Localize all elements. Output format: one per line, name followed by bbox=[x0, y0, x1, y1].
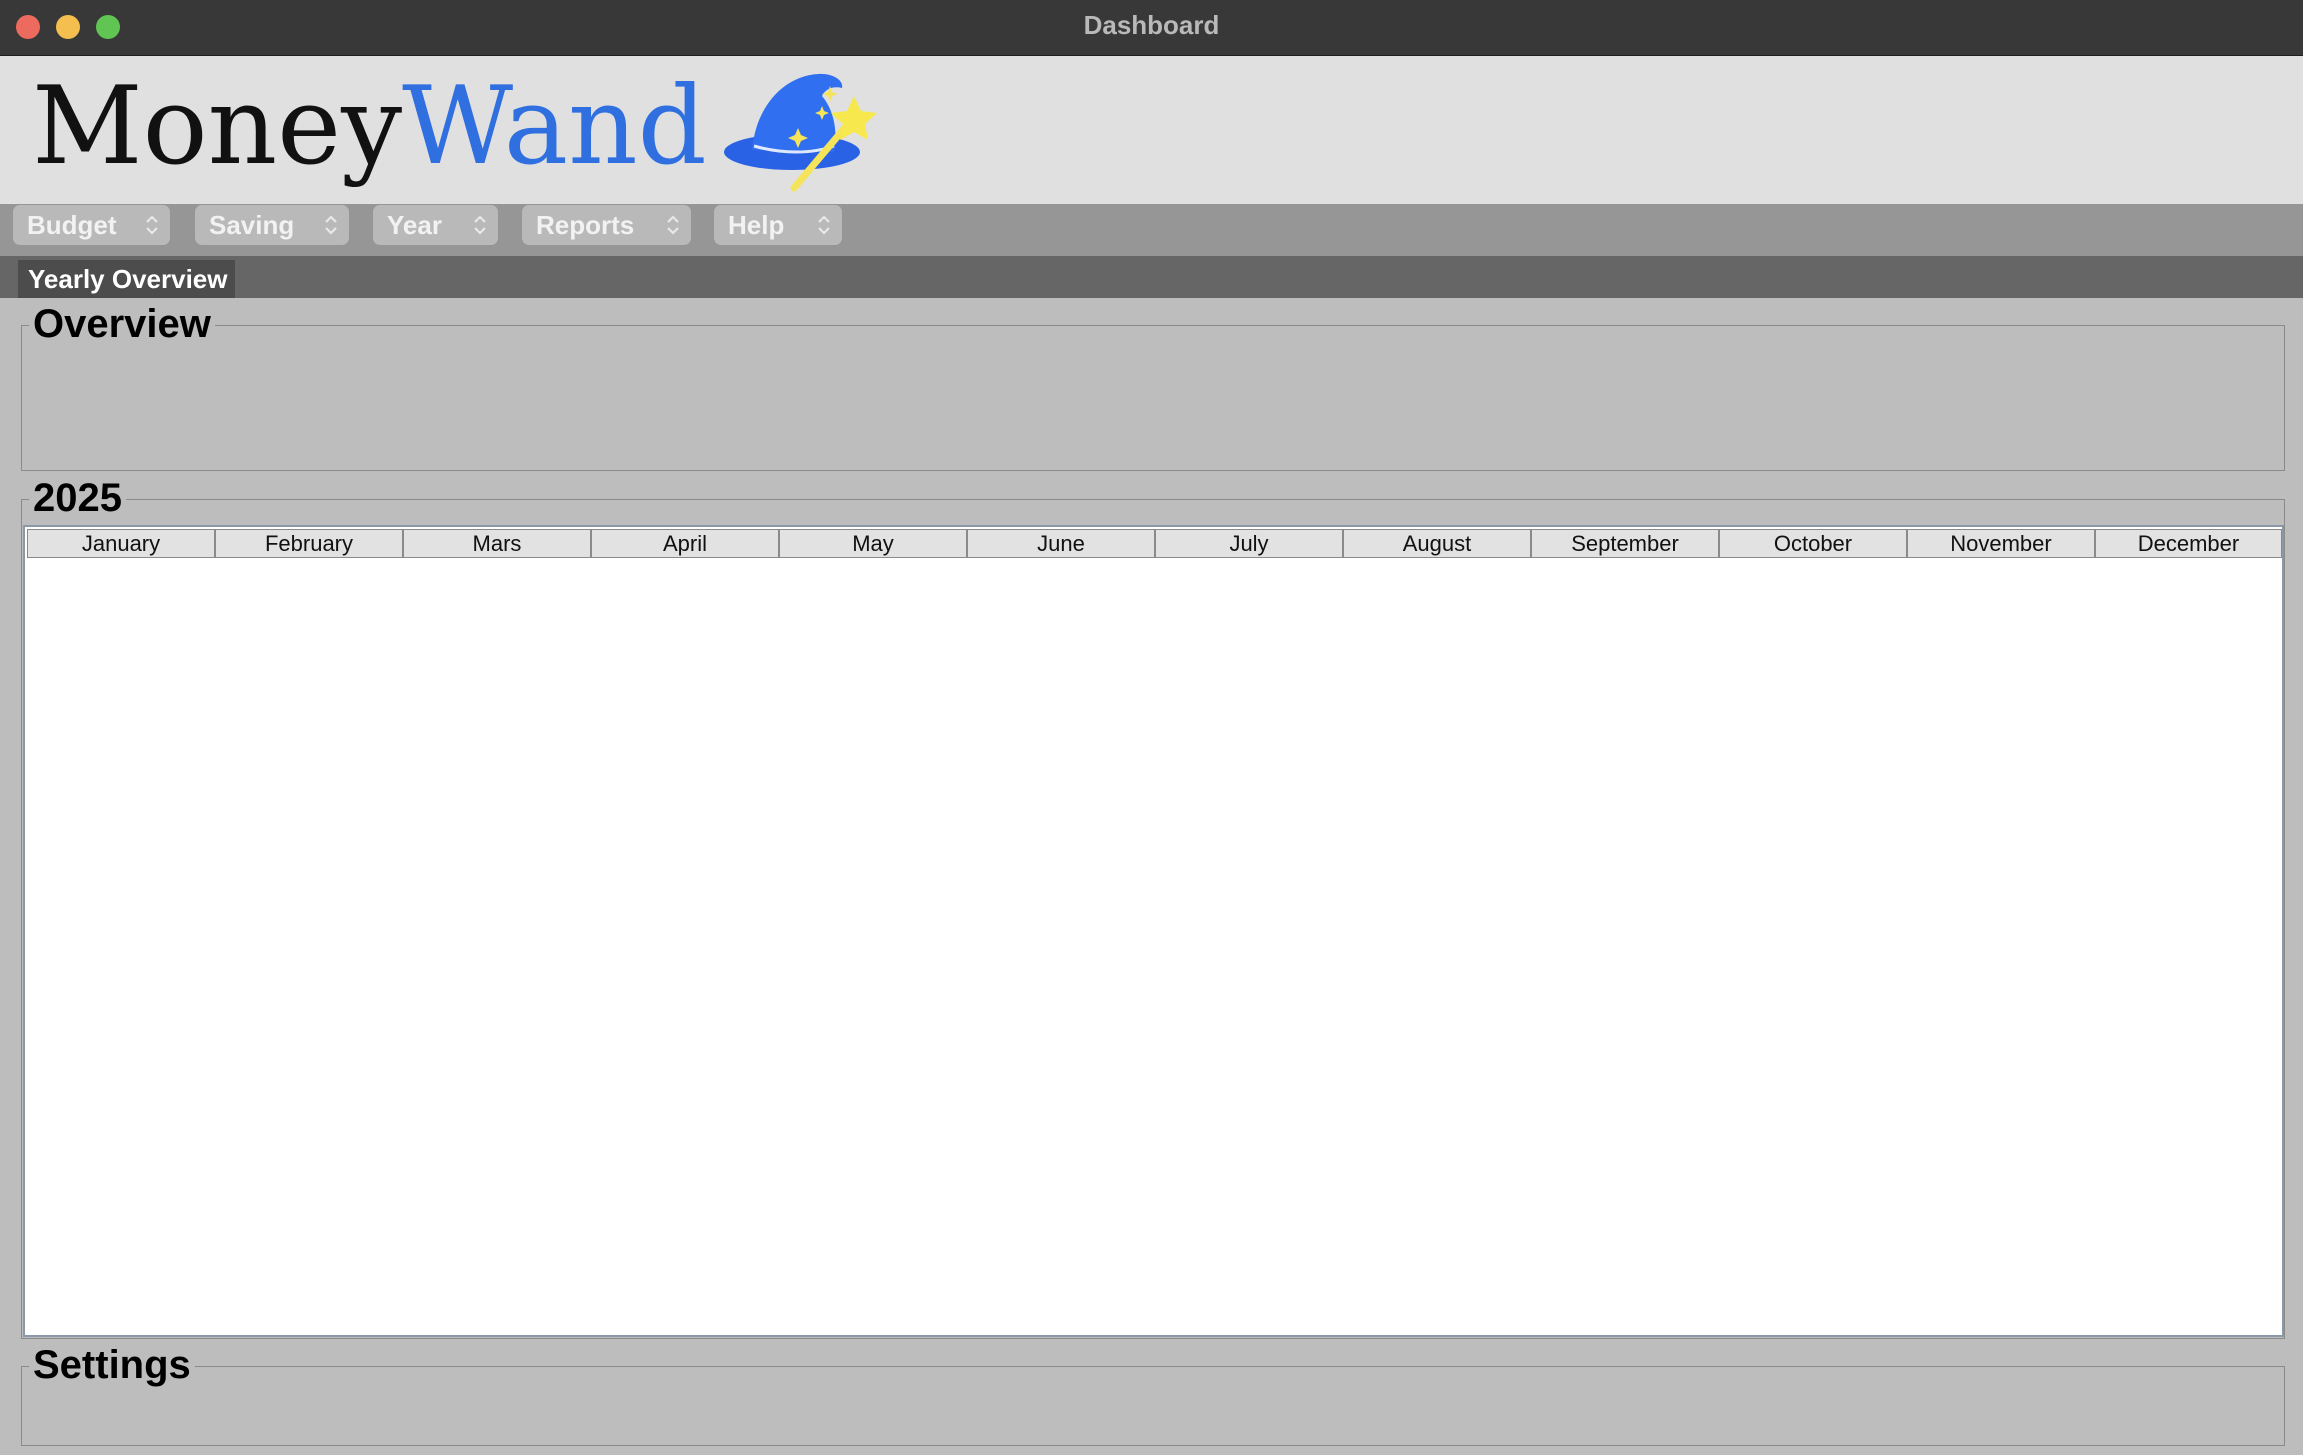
column-header-november[interactable]: November bbox=[1907, 529, 2095, 558]
wizard-hat-icon bbox=[724, 73, 877, 192]
window-title: Dashboard bbox=[1083, 10, 1220, 40]
app-window: Dashboard MoneyWand Budget Saving Year R… bbox=[0, 0, 2303, 1455]
updown-chevron-icon bbox=[818, 215, 830, 235]
reports-menu[interactable]: Reports bbox=[522, 205, 691, 245]
help-menu-label: Help bbox=[728, 210, 785, 240]
column-header-august[interactable]: August bbox=[1343, 529, 1531, 558]
reports-menu-label: Reports bbox=[536, 210, 635, 240]
budget-menu[interactable]: Budget bbox=[13, 205, 170, 245]
column-header-january[interactable]: January bbox=[27, 529, 215, 558]
tab-bar bbox=[0, 256, 2303, 298]
settings-group-title: Settings bbox=[29, 1343, 195, 1387]
updown-chevron-icon bbox=[325, 215, 337, 235]
column-header-may[interactable]: May bbox=[779, 529, 967, 558]
updown-chevron-icon bbox=[146, 215, 158, 235]
budget-menu-label: Budget bbox=[27, 210, 117, 240]
logo-text-wand: Wand bbox=[402, 64, 707, 189]
tab-yearly-overview[interactable]: Yearly Overview bbox=[18, 260, 235, 298]
year-menu[interactable]: Year bbox=[373, 205, 498, 245]
column-header-october[interactable]: October bbox=[1719, 529, 1907, 558]
column-header-april[interactable]: April bbox=[591, 529, 779, 558]
logo-text-money: Money bbox=[32, 64, 403, 189]
year-menu-label: Year bbox=[387, 210, 442, 240]
column-header-december[interactable]: December bbox=[2095, 529, 2282, 558]
updown-chevron-icon bbox=[474, 215, 486, 235]
overview-group bbox=[21, 325, 2285, 471]
year-group-title: 2025 bbox=[29, 476, 126, 520]
overview-group-title: Overview bbox=[29, 302, 215, 346]
column-header-july[interactable]: July bbox=[1155, 529, 1343, 558]
app-header: MoneyWand bbox=[0, 56, 2303, 204]
column-header-mars[interactable]: Mars bbox=[403, 529, 591, 558]
help-menu[interactable]: Help bbox=[714, 205, 842, 245]
column-header-september[interactable]: September bbox=[1531, 529, 1719, 558]
column-header-february[interactable]: February bbox=[215, 529, 403, 558]
saving-menu[interactable]: Saving bbox=[195, 205, 349, 245]
months-table[interactable]: January February Mars April May June Jul… bbox=[23, 525, 2284, 1337]
saving-menu-label: Saving bbox=[209, 210, 295, 240]
column-header-june[interactable]: June bbox=[967, 529, 1155, 558]
settings-group bbox=[21, 1366, 2285, 1446]
title-bar[interactable]: Dashboard bbox=[0, 0, 2303, 56]
app-logo-text: MoneyWand bbox=[32, 62, 707, 192]
updown-chevron-icon bbox=[667, 215, 679, 235]
